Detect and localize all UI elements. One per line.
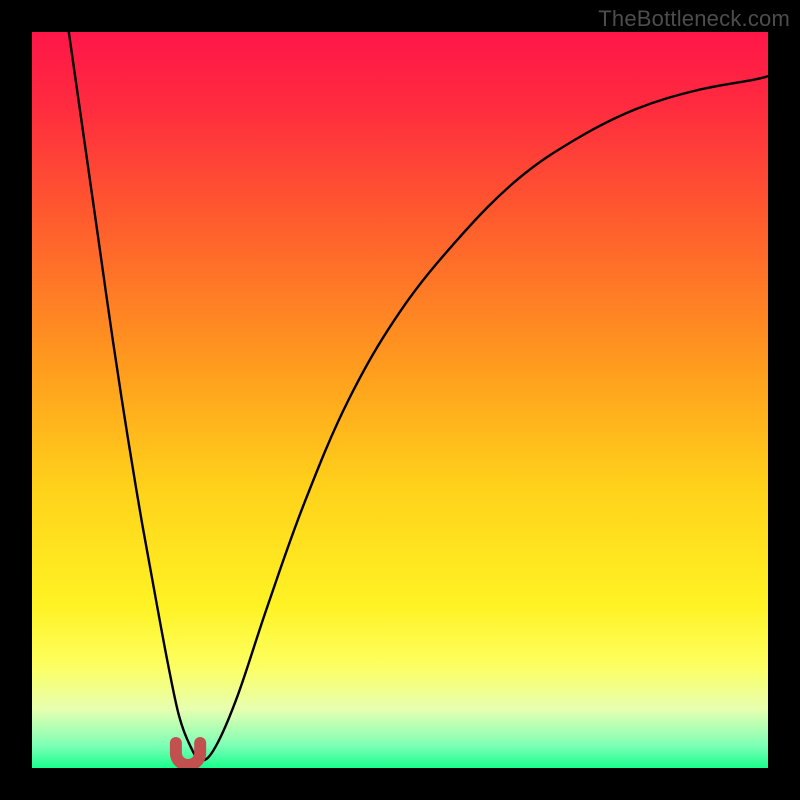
bottleneck-curve: [32, 32, 768, 768]
optimum-marker: [176, 743, 200, 765]
watermark-label: TheBottleneck.com: [598, 6, 790, 32]
plot-area: [32, 32, 768, 768]
chart-frame: TheBottleneck.com: [0, 0, 800, 800]
